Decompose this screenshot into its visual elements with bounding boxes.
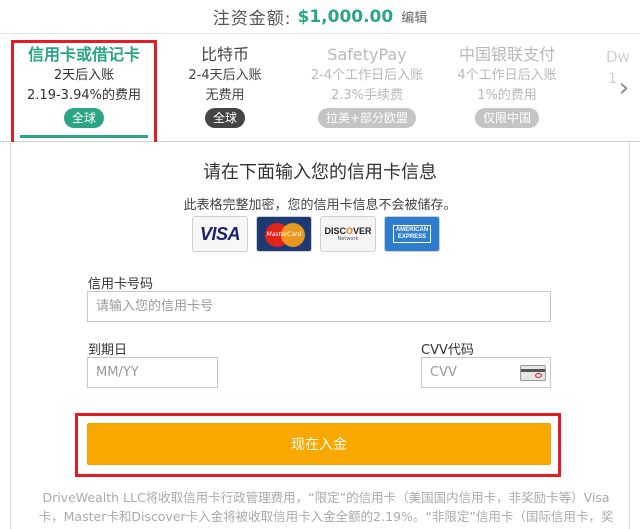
tab-region-badge: 仅限中国 (474, 108, 539, 128)
accepted-cards: VISA MasterCard DISCOVER Network AMERICA… (192, 216, 448, 254)
tab-fee: 无费用 (205, 88, 245, 103)
highlight-box-tab (11, 40, 157, 148)
amex-wordmark: AMERICAN EXPRESS (392, 225, 432, 243)
visa-wordmark: VISA (199, 223, 241, 244)
cvv-label: CVV代码 (421, 343, 474, 358)
amount-value: $1,000.00 (297, 6, 394, 27)
tab-region-badge: 拉美+部分欧盟 (317, 108, 417, 128)
card-number-label: 信用卡号码 (88, 277, 154, 292)
expiry-input[interactable] (87, 357, 218, 388)
next-tabs-arrow-icon[interactable]: › (616, 74, 632, 104)
amex-text-bottom: EXPRESS (397, 234, 427, 240)
mastercard-wordmark: MasterCard (266, 230, 302, 238)
tab-fee: 1%的费用 (477, 88, 537, 103)
mastercard-logo-icon: MasterCard (256, 216, 312, 252)
tab-settlement-time: 2-4个工作日后入账 (310, 68, 424, 83)
amount-label: 注资金额: (212, 9, 292, 29)
encryption-notice: 此表格完整加密，您的信用卡信息不会被储存。 (183, 198, 457, 213)
discover-wordmark: DISCOVER (324, 226, 371, 236)
deposit-now-button[interactable]: 现在入金 (87, 423, 551, 465)
expiry-label: 到期日 (88, 343, 128, 358)
edit-amount-link[interactable]: 编辑 (401, 7, 427, 26)
tab-settlement-time: 2-4天后入账 (188, 68, 262, 83)
amex-text-top: AMERICAN (395, 227, 429, 233)
cvv-icon-stripe (521, 369, 545, 372)
tab-title: Dw (606, 48, 630, 66)
tab-title: 中国银联支付 (458, 45, 555, 64)
tab-bitcoin[interactable]: 比特币 2-4天后入账 无费用 全球 (155, 44, 295, 140)
cvv-card-back-icon (520, 365, 546, 381)
deposit-amount-header: 注资金额: $1,000.00 编辑 (0, 0, 640, 34)
tab-fee: 2.3%手续费 (330, 88, 404, 103)
cvv-icon-circle (535, 373, 542, 378)
tab-region-badge: 全球 (204, 108, 245, 128)
tab-settlement-time: 4个工作日后入账 (457, 68, 557, 83)
discover-network-text: Network (337, 236, 359, 242)
tab-unionpay[interactable]: 中国银联支付 4个工作日后入账 1%的费用 仅限中国 (437, 44, 577, 140)
tab-title: SafetyPay (327, 45, 407, 64)
discover-text-o: O (345, 226, 353, 236)
tab-safetypay[interactable]: SafetyPay 2-4个工作日后入账 2.3%手续费 拉美+部分欧盟 (297, 44, 437, 140)
discover-text-b: VER (353, 226, 372, 236)
fee-disclaimer: DriveWealth LLC将收取信用卡行政管理费用，“限定”的信用卡（美国国… (38, 490, 614, 529)
visa-logo-icon: VISA (192, 216, 248, 252)
tab-title: 比特币 (200, 45, 249, 64)
card-number-input[interactable] (87, 291, 551, 322)
deposit-window: 注资金额: $1,000.00 编辑 信用卡或借记卡 2天后入账 2.19-3.… (0, 0, 640, 529)
discover-text-a: DISC (324, 226, 346, 236)
amex-logo-icon: AMERICAN EXPRESS (384, 216, 440, 252)
discover-logo-icon: DISCOVER Network (320, 216, 376, 252)
form-title: 请在下面输入您的信用卡信息 (203, 162, 437, 183)
